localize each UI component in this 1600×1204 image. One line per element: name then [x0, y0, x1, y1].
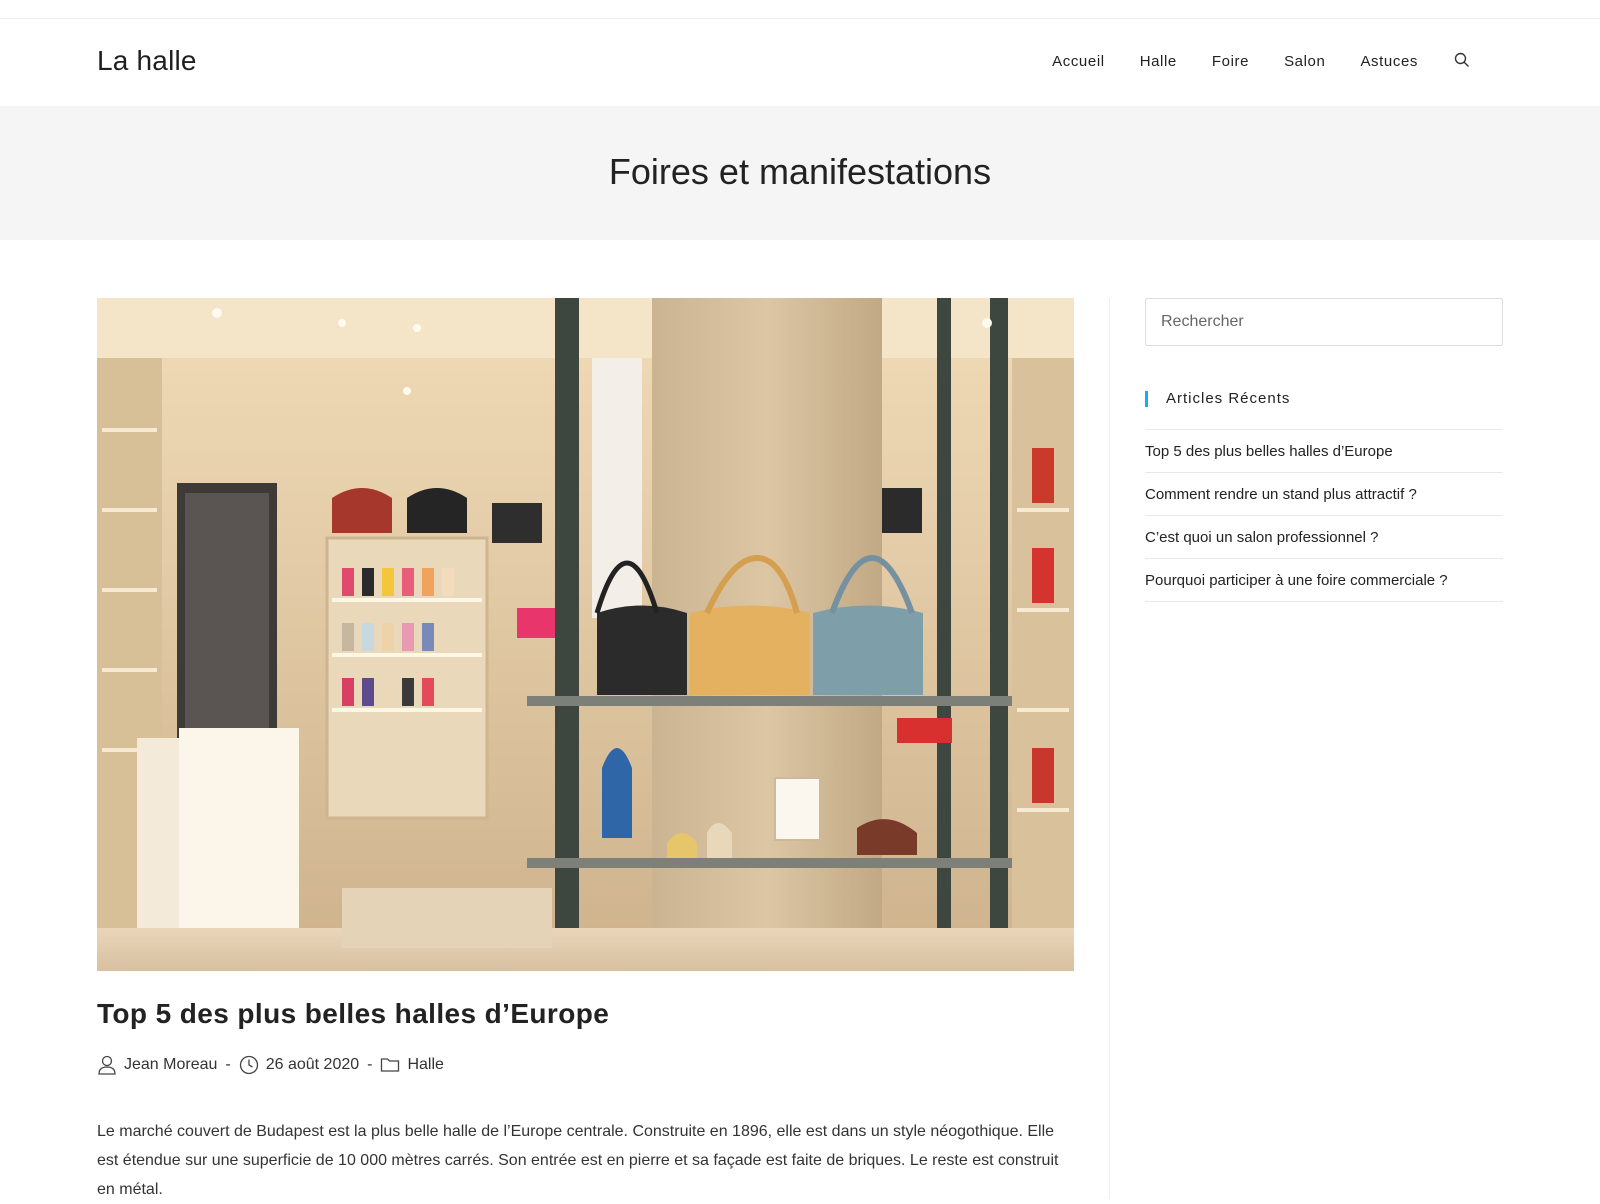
recent-post-link[interactable]: Top 5 des plus belles halles d’Europe	[1145, 443, 1393, 460]
meta-separator: -	[225, 1056, 231, 1073]
post-title[interactable]: Top 5 des plus belles halles d’Europe	[97, 998, 1074, 1030]
sidebar-divider	[1109, 298, 1110, 1199]
nav-item-astuces[interactable]: Astuces	[1360, 53, 1418, 70]
top-bar	[0, 0, 1600, 19]
folder-icon	[380, 1055, 400, 1075]
main-content: Top 5 des plus belles halles d’Europe Je…	[97, 298, 1074, 1204]
recent-post-link[interactable]: Pourquoi participer à une foire commerci…	[1145, 572, 1448, 589]
boutique-photo	[97, 298, 1074, 971]
site-logo[interactable]: La halle	[97, 45, 197, 77]
list-item: Pourquoi participer à une foire commerci…	[1145, 559, 1503, 602]
search-icon[interactable]	[1454, 52, 1472, 70]
user-icon	[97, 1055, 117, 1075]
post-thumbnail[interactable]	[97, 298, 1074, 971]
list-item: Top 5 des plus belles halles d’Europe	[1145, 430, 1503, 473]
meta-separator: -	[367, 1056, 373, 1073]
page-title: Foires et manifestations	[608, 151, 992, 192]
page-header: Foires et manifestations	[0, 106, 1600, 240]
recent-post-link[interactable]: Comment rendre un stand plus attractif ?	[1145, 486, 1417, 503]
nav-item-foire[interactable]: Foire	[1212, 53, 1249, 70]
post-category[interactable]: Halle	[407, 1056, 443, 1074]
nav-item-accueil[interactable]: Accueil	[1052, 53, 1105, 70]
post-meta: Jean Moreau - 26 août 2020 - Halle	[97, 1055, 1074, 1075]
recent-posts-title: Articles Récents	[1145, 390, 1503, 408]
recent-post-link[interactable]: C’est quoi un salon professionnel ?	[1145, 529, 1378, 546]
nav-item-halle[interactable]: Halle	[1140, 53, 1177, 70]
post-date: 26 août 2020	[265, 1056, 360, 1073]
post-excerpt: Le marché couvert de Budapest est la plu…	[97, 1123, 1059, 1198]
list-item: Comment rendre un stand plus attractif ?	[1145, 473, 1503, 516]
post-card: Top 5 des plus belles halles d’Europe Je…	[97, 298, 1074, 1204]
post-author[interactable]: Jean Moreau	[124, 1056, 217, 1074]
recent-posts-list: Top 5 des plus belles halles d’Europe Co…	[1145, 429, 1503, 602]
nav-item-salon[interactable]: Salon	[1284, 53, 1325, 70]
clock-icon	[239, 1055, 259, 1075]
main-navigation: Accueil Halle Foire Salon Astuces	[1052, 52, 1472, 70]
search-input[interactable]	[1145, 298, 1503, 346]
sidebar: Articles Récents Top 5 des plus belles h…	[1145, 298, 1503, 602]
list-item: C’est quoi un salon professionnel ?	[1145, 516, 1503, 559]
site-header: La halle Accueil Halle Foire Salon Astuc…	[0, 19, 1600, 105]
